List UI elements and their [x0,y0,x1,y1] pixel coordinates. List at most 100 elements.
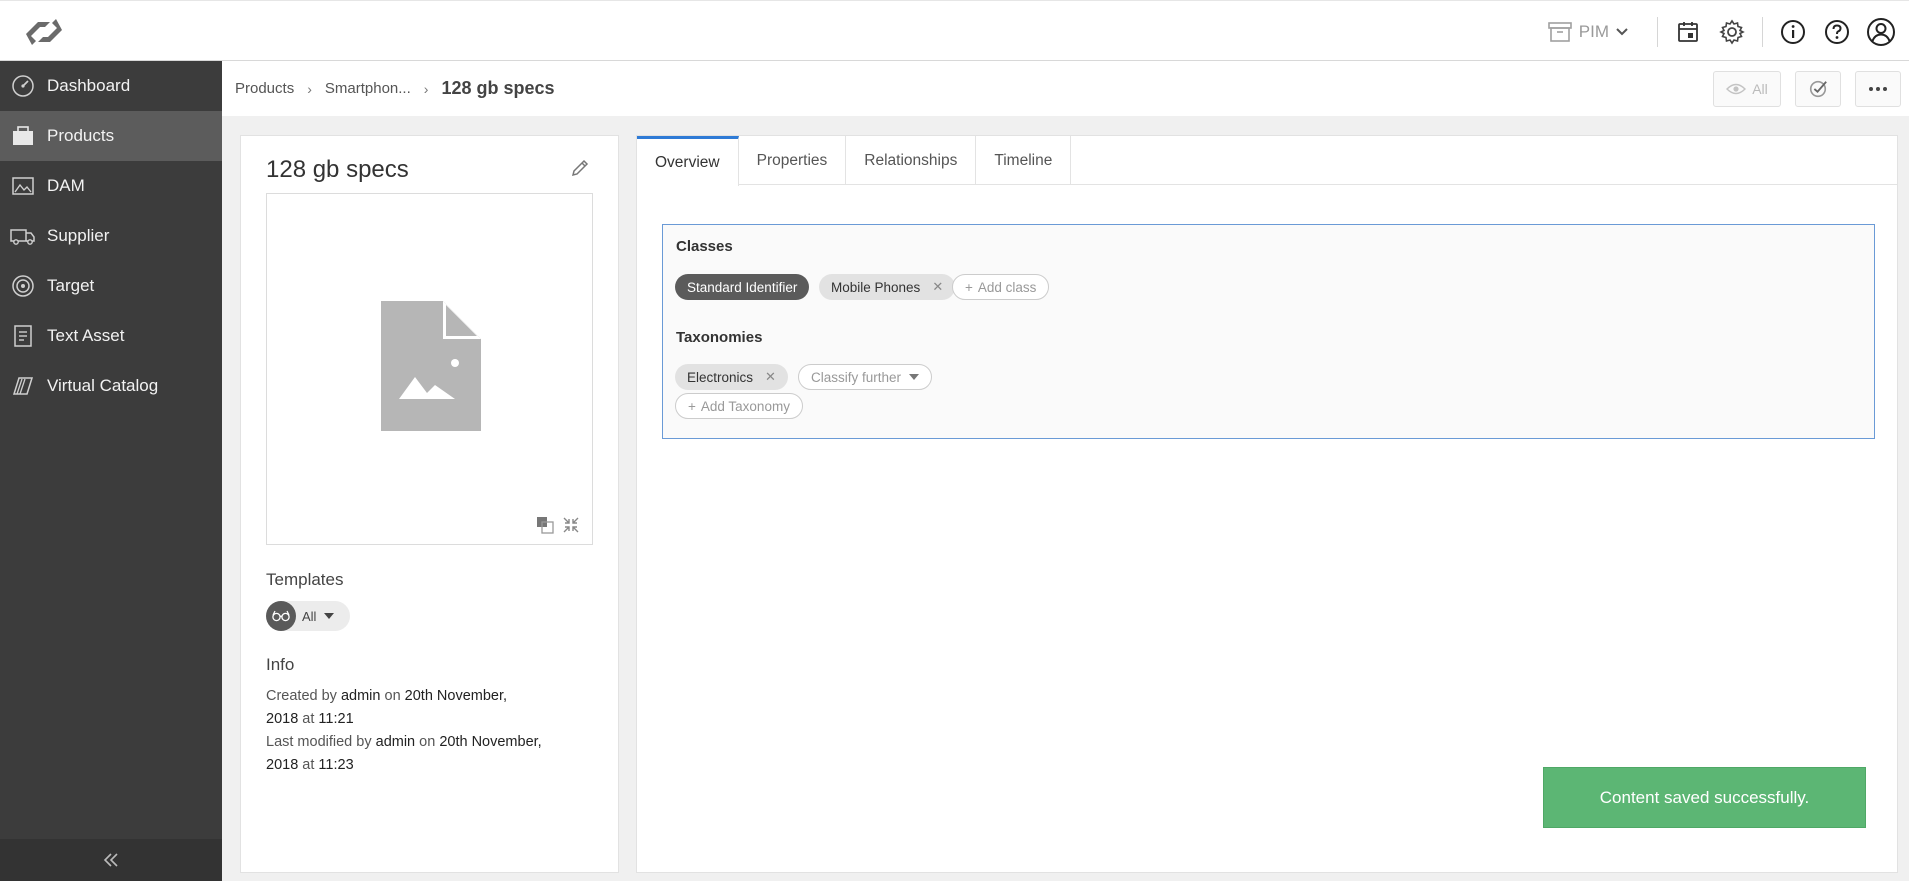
sidebar-item-dashboard[interactable]: Dashboard [0,61,222,111]
calendar-box-button[interactable] [1666,10,1710,54]
pencil-icon[interactable] [570,158,590,178]
class-chip[interactable]: Mobile Phones ✕ [819,274,956,300]
more-options-button[interactable] [1855,71,1901,107]
sidebar-item-target[interactable]: Target [0,261,222,311]
user-menu-button[interactable] [1859,10,1903,54]
add-taxonomy-button[interactable]: + Add Taxonomy [675,393,803,419]
breadcrumb-actions: All [1713,71,1901,107]
class-chip[interactable]: Standard Identifier [675,274,810,300]
caret-down-icon [909,374,920,380]
success-toast[interactable]: Content saved successfully. [1543,767,1866,828]
tab-properties[interactable]: Properties [739,136,847,185]
created-line: Created by admin on 20th November, 2018 … [266,685,586,731]
breadcrumb-current: 128 gb specs [441,78,555,98]
sidebar-item-label: Target [47,276,95,295]
sidebar-item-label: Products [47,126,115,145]
document-icon [10,323,36,349]
products-icon [10,123,36,149]
sidebar-collapse-button[interactable] [0,839,222,881]
created-on: on [384,688,401,704]
catalog-icon [10,373,36,399]
check-circle-icon [1809,80,1827,98]
image-tools [536,516,580,534]
view-filter-button[interactable]: All [1713,71,1781,107]
product-title: 128 gb specs [266,156,409,183]
collapse-arrows-icon[interactable] [562,516,580,534]
taxonomy-chip[interactable]: Electronics ✕ [675,364,788,390]
sidebar-item-label: Virtual Catalog [47,376,159,395]
template-value: All [302,608,317,624]
help-icon [1825,19,1849,44]
plus-icon: + [688,398,696,414]
info-label: Info [266,655,295,674]
dashboard-icon [10,73,36,99]
modified-on: on [419,734,436,750]
add-class-button[interactable]: + Add class [952,274,1050,300]
module-selector[interactable]: PIM [1547,20,1629,44]
created-at: at [302,711,315,727]
settings-button[interactable] [1710,10,1754,54]
divider [1762,16,1763,47]
tab-overview[interactable]: Overview [637,136,739,186]
created-prefix: Created by [266,688,337,704]
created-date: 20th November, [404,688,508,704]
chevron-down-icon [1616,27,1628,35]
breadcrumb-item-products[interactable]: Products [235,80,294,97]
add-class-label: Add class [977,279,1037,295]
target-icon [10,273,36,299]
tab-relationships[interactable]: Relationships [846,136,977,185]
sidebar-item-label: Supplier [47,226,110,245]
tab-bar: Overview Properties Relationships Timeli… [637,136,1897,186]
sidebar-item-virtual-catalog[interactable]: Virtual Catalog [0,361,222,411]
class-chip-label: Standard Identifier [687,279,798,295]
modified-date: 20th November, [439,734,542,750]
classify-further-dropdown[interactable]: Classify further [798,364,933,390]
info-button[interactable] [1771,10,1815,54]
add-taxonomy-label: Add Taxonomy [700,398,790,414]
plus-icon: + [965,279,973,295]
logo-icon[interactable] [20,13,68,51]
caret-down-icon [324,613,335,619]
tab-timeline[interactable]: Timeline [976,136,1072,185]
breadcrumb-separator: › [423,80,429,97]
image-placeholder-icon [381,301,481,431]
truck-icon [10,223,36,249]
product-info: Created by admin on 20th November, 2018 … [266,685,586,777]
more-dots-icon [1869,87,1887,91]
calendar-box-icon [1678,21,1698,42]
modified-line: Last modified by admin on 20th November,… [266,731,586,777]
check-task-button[interactable] [1795,71,1841,107]
modified-at: at [302,757,315,773]
eye-icon [1726,83,1747,95]
created-user: admin [340,688,381,704]
classify-further-label: Classify further [811,369,902,385]
archive-box-icon [1547,21,1572,42]
breadcrumb-item-smartphones[interactable]: Smartphon... [325,80,411,97]
divider [1657,16,1658,47]
modified-year: 2018 [266,757,299,773]
sidebar-item-supplier[interactable]: Supplier [0,211,222,261]
sidebar-item-text-asset[interactable]: Text Asset [0,311,222,361]
created-year: 2018 [266,711,299,727]
templates-label: Templates [266,570,344,589]
modified-time: 11:23 [318,757,354,773]
sidebar: Dashboard Products DAM Supplier Target T… [0,61,222,881]
sidebar-item-dam[interactable]: DAM [0,161,222,211]
remove-icon[interactable]: ✕ [932,279,943,295]
module-label: PIM [1578,21,1609,41]
remove-icon[interactable]: ✕ [765,369,776,385]
sidebar-item-label: Dashboard [47,76,131,95]
product-detail-panel: Overview Properties Relationships Timeli… [636,135,1898,873]
sidebar-item-products[interactable]: Products [0,111,222,161]
product-image-area[interactable] [266,193,593,545]
image-icon [10,173,36,199]
template-selector[interactable]: All [266,601,350,631]
image-swap-icon[interactable] [536,516,554,534]
class-chip-label: Mobile Phones [831,279,921,295]
taxonomy-chip-label: Electronics [687,369,754,385]
user-icon [1867,17,1895,46]
sidebar-item-label: DAM [47,176,85,195]
breadcrumb: Products › Smartphon... › 128 gb specs A… [222,61,1909,116]
help-button[interactable] [1815,10,1859,54]
classes-label: Classes [676,238,733,255]
